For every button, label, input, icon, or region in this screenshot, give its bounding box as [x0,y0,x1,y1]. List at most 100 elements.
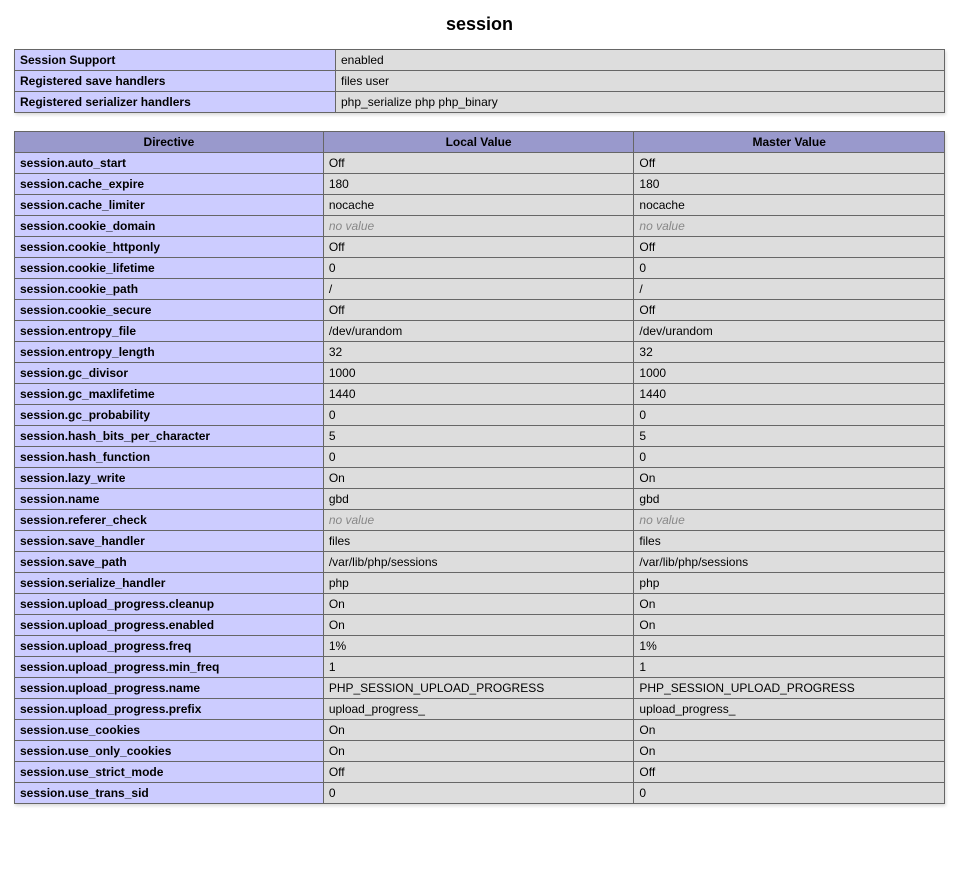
directive-name: session.gc_divisor [15,363,324,384]
directive-value: 1 [634,657,945,678]
directive-value: Off [323,300,634,321]
directive-row: session.gc_divisor10001000 [15,363,945,384]
directive-value: files [634,531,945,552]
directive-name: session.hash_function [15,447,324,468]
directive-row: session.hash_function00 [15,447,945,468]
directive-name: session.use_cookies [15,720,324,741]
col-local: Local Value [323,132,634,153]
directive-value: PHP_SESSION_UPLOAD_PROGRESS [634,678,945,699]
directive-value: 1% [634,636,945,657]
directive-row: session.hash_bits_per_character55 [15,426,945,447]
directive-value: php [323,573,634,594]
directive-value: 180 [634,174,945,195]
directive-value: / [634,279,945,300]
directive-name: session.use_strict_mode [15,762,324,783]
directive-row: session.auto_startOffOff [15,153,945,174]
directive-value: no value [634,510,945,531]
directive-value: On [634,741,945,762]
directive-row: session.save_handlerfilesfiles [15,531,945,552]
directive-name: session.entropy_length [15,342,324,363]
directive-name: session.upload_progress.enabled [15,615,324,636]
info-label: Registered serializer handlers [15,92,336,113]
directive-row: session.cookie_secureOffOff [15,300,945,321]
directive-row: session.save_path/var/lib/php/sessions/v… [15,552,945,573]
directive-value: files [323,531,634,552]
directive-value: Off [323,762,634,783]
directive-row: session.cookie_domainno valueno value [15,216,945,237]
directive-value: 0 [323,405,634,426]
directive-value: On [323,468,634,489]
directive-name: session.upload_progress.freq [15,636,324,657]
directive-row: session.upload_progress.prefixupload_pro… [15,699,945,720]
directive-value: Off [634,762,945,783]
info-value: files user [336,71,945,92]
directive-value: 1440 [323,384,634,405]
col-directive: Directive [15,132,324,153]
directive-row: session.gc_probability00 [15,405,945,426]
directive-row: session.upload_progress.min_freq11 [15,657,945,678]
directive-value: 1 [323,657,634,678]
directive-row: session.cache_expire180180 [15,174,945,195]
info-row: Registered save handlersfiles user [15,71,945,92]
directive-value: no value [323,510,634,531]
directive-value: no value [323,216,634,237]
directive-row: session.entropy_length3232 [15,342,945,363]
directive-value: PHP_SESSION_UPLOAD_PROGRESS [323,678,634,699]
directive-value: Off [634,153,945,174]
directive-value: 5 [323,426,634,447]
directive-value: 32 [634,342,945,363]
directive-name: session.cookie_lifetime [15,258,324,279]
directive-row: session.cookie_lifetime00 [15,258,945,279]
directive-row: session.upload_progress.cleanupOnOn [15,594,945,615]
info-row: Registered serializer handlersphp_serial… [15,92,945,113]
directive-value: /var/lib/php/sessions [323,552,634,573]
directive-value: On [323,720,634,741]
col-master: Master Value [634,132,945,153]
directive-row: session.upload_progress.freq1%1% [15,636,945,657]
directive-row: session.use_only_cookiesOnOn [15,741,945,762]
directive-value: 1% [323,636,634,657]
directive-value: Off [323,153,634,174]
directive-value: 1000 [323,363,634,384]
directive-value: / [323,279,634,300]
directive-row: session.use_trans_sid00 [15,783,945,804]
directive-name: session.cache_limiter [15,195,324,216]
info-row: Session Supportenabled [15,50,945,71]
directive-name: session.use_trans_sid [15,783,324,804]
no-value: no value [329,513,374,527]
directive-value: 0 [634,783,945,804]
directive-name: session.save_path [15,552,324,573]
directive-row: session.cookie_path// [15,279,945,300]
directive-value: Off [634,300,945,321]
directive-name: session.upload_progress.min_freq [15,657,324,678]
directive-row: session.entropy_file/dev/urandom/dev/ura… [15,321,945,342]
directive-value: nocache [634,195,945,216]
directive-row: session.lazy_writeOnOn [15,468,945,489]
directive-row: session.serialize_handlerphpphp [15,573,945,594]
directive-name: session.auto_start [15,153,324,174]
directive-value: gbd [634,489,945,510]
directive-row: session.cache_limiternocachenocache [15,195,945,216]
directive-value: upload_progress_ [323,699,634,720]
no-value: no value [639,513,684,527]
directive-value: /var/lib/php/sessions [634,552,945,573]
directive-name: session.cookie_path [15,279,324,300]
directive-name: session.serialize_handler [15,573,324,594]
directive-value: 5 [634,426,945,447]
directive-value: php [634,573,945,594]
directive-row: session.cookie_httponlyOffOff [15,237,945,258]
directive-value: /dev/urandom [323,321,634,342]
directive-value: no value [634,216,945,237]
directive-name: session.gc_probability [15,405,324,426]
directive-name: session.upload_progress.name [15,678,324,699]
directive-row: session.use_strict_modeOffOff [15,762,945,783]
directive-name: session.gc_maxlifetime [15,384,324,405]
directive-value: 0 [323,783,634,804]
directive-value: /dev/urandom [634,321,945,342]
directive-value: Off [323,237,634,258]
directive-name: session.upload_progress.cleanup [15,594,324,615]
directive-name: session.cookie_domain [15,216,324,237]
directive-name: session.hash_bits_per_character [15,426,324,447]
directive-value: 0 [634,447,945,468]
directive-name: session.referer_check [15,510,324,531]
